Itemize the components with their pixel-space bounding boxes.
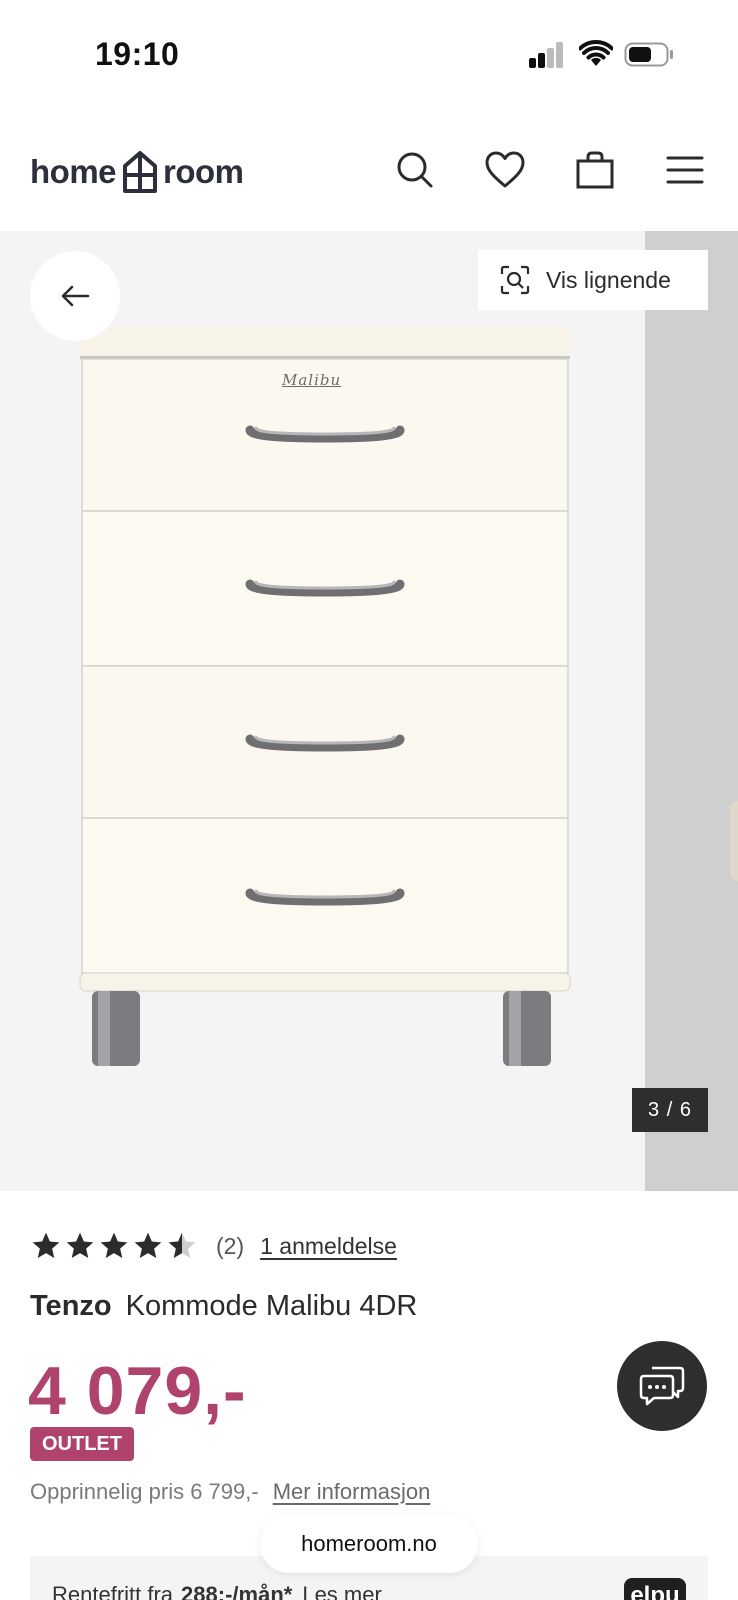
image-counter: 3 / 6: [632, 1088, 708, 1132]
financing-amount: 288;-/mån*: [181, 1582, 293, 1600]
search-icon: [397, 152, 433, 188]
half-star-icon: [168, 1232, 196, 1258]
back-button[interactable]: [30, 251, 120, 341]
logo-text-room: room: [163, 153, 244, 190]
show-similar-label: Vis lignende: [546, 266, 671, 293]
product-title: Tenzo Kommode Malibu 4DR: [30, 1290, 417, 1323]
homeroom-logo[interactable]: home room: [30, 148, 244, 196]
chat-button[interactable]: [617, 1341, 707, 1431]
star-icon: [134, 1232, 162, 1258]
financing-provider-logo: elpu: [624, 1578, 686, 1600]
outlet-badge: OUTLET: [30, 1427, 134, 1461]
financing-read-more[interactable]: Les mer: [302, 1582, 381, 1600]
status-bar: 19:10: [0, 0, 738, 110]
menu-icon: [666, 156, 704, 184]
battery-icon: [624, 42, 673, 67]
product-rating: (2) 1 anmeldelse: [30, 1228, 397, 1264]
site-header: home room: [0, 110, 738, 231]
product-gallery[interactable]: Malibu Vis lignende 3 / 6: [0, 231, 738, 1191]
arrow-left-icon: [61, 285, 90, 307]
logo-text-home: home: [30, 153, 117, 190]
browser-url-bar[interactable]: homeroom.no: [260, 1515, 478, 1573]
more-info-link[interactable]: Mer informasjon: [273, 1479, 431, 1504]
financing-prefix: Rentefritt fra: [52, 1582, 174, 1600]
visual-search-icon: [500, 265, 530, 295]
product-price: 4 079,-: [28, 1353, 247, 1429]
heart-icon: [485, 151, 525, 188]
bag-icon: [576, 151, 614, 189]
star-icon: [100, 1232, 128, 1258]
wifi-icon: [579, 40, 613, 66]
search-button[interactable]: [393, 148, 437, 192]
original-price: Opprinnelig pris 6 799,-: [30, 1479, 259, 1504]
chat-bubble-icon: [639, 1366, 685, 1406]
wishlist-button[interactable]: [483, 148, 527, 192]
financing-text: Rentefritt fra 288;-/mån* Les mer: [52, 1582, 382, 1600]
house-logo-icon: [123, 151, 158, 193]
original-price-row: Opprinnelig pris 6 799,- Mer informasjon: [30, 1479, 430, 1505]
menu-button[interactable]: [663, 148, 707, 192]
star-icon: [32, 1232, 60, 1258]
gallery-next-image[interactable]: [645, 231, 738, 1191]
cellular-signal-icon: [529, 42, 565, 68]
cart-button[interactable]: [573, 148, 617, 192]
show-similar-button[interactable]: Vis lignende: [478, 250, 708, 310]
product-image-dresser: [79, 326, 571, 1066]
rating-count: (2): [216, 1232, 245, 1259]
reviews-link[interactable]: 1 anmeldelse: [260, 1233, 397, 1260]
star-icon: [66, 1232, 94, 1258]
product-brand: Tenzo: [30, 1290, 112, 1322]
product-name: Kommode Malibu 4DR: [125, 1290, 418, 1322]
brand-mark-malibu: Malibu: [282, 371, 342, 389]
status-time: 19:10: [95, 36, 180, 72]
rating-stars: [30, 1230, 198, 1262]
